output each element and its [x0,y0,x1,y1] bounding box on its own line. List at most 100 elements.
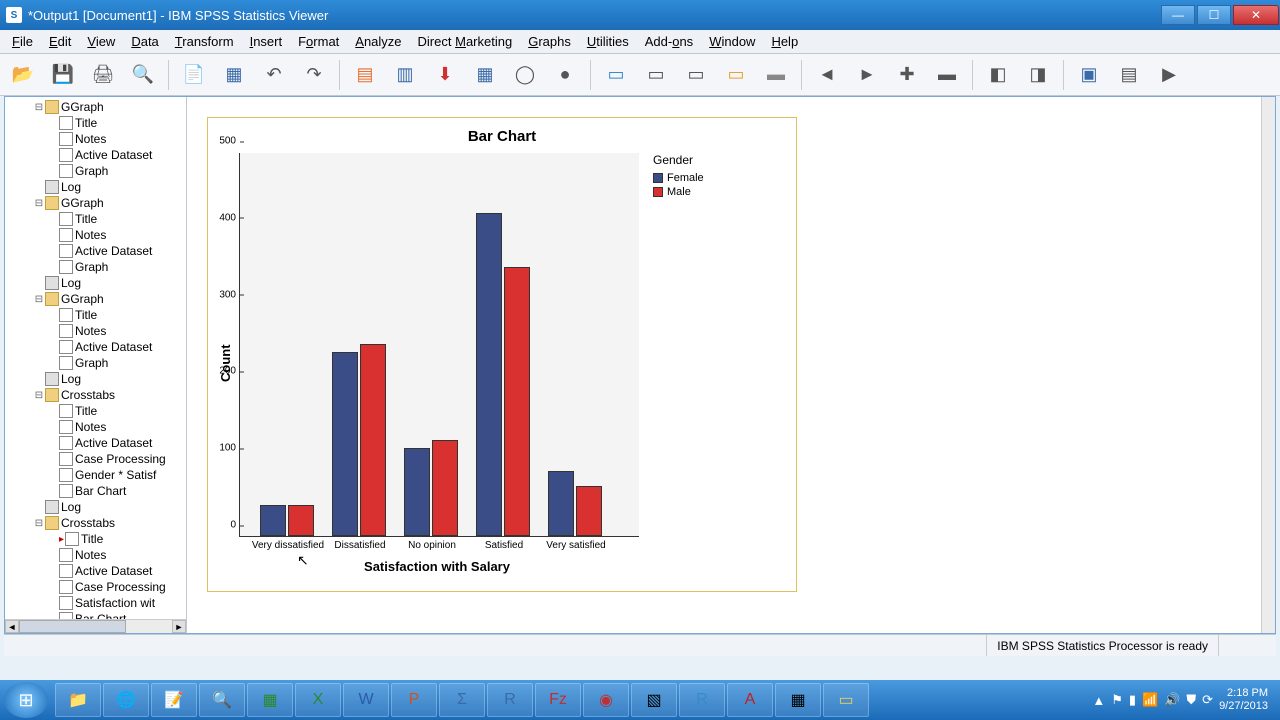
chart-frame[interactable]: Bar Chart Count 0100200300400500Very dis… [207,117,797,592]
outline-item[interactable]: Title [5,403,186,419]
outline-item[interactable]: Title [5,307,186,323]
task-chrome-icon[interactable]: 🌐 [103,683,149,717]
content-vscrollbar[interactable] [1261,97,1275,633]
task-revit-icon[interactable]: R [679,683,725,717]
scroll-thumb[interactable] [19,620,126,633]
outline-item[interactable]: Graph [5,163,186,179]
outline-item[interactable]: Bar Chart [5,483,186,499]
menu-edit[interactable]: Edit [41,32,79,51]
maximize-button[interactable]: ☐ [1197,5,1231,25]
compute-icon[interactable]: ▦ [468,58,502,92]
menu-view[interactable]: View [79,32,123,51]
minimize-button[interactable]: — [1161,5,1195,25]
print-icon[interactable]: 🖨 [86,58,120,92]
outline-item[interactable]: Log [5,499,186,515]
task-spss-icon[interactable]: Σ [439,683,485,717]
expand-icon[interactable]: ✚ [890,58,924,92]
back-icon[interactable]: ◄ [810,58,844,92]
tray-flag-icon[interactable]: ⚑ [1111,692,1123,708]
outline-item[interactable]: Notes [5,419,186,435]
forward-icon[interactable]: ► [850,58,884,92]
outline-item[interactable]: Active Dataset [5,563,186,579]
twisty-icon[interactable]: ⊟ [33,294,45,305]
split-icon[interactable]: ▤ [1112,58,1146,92]
outline-item[interactable]: ⊟Crosstabs [5,515,186,531]
outline-item[interactable]: Case Processing [5,451,186,467]
menu-addons[interactable]: Add-ons [637,32,701,51]
goto-case-icon[interactable]: ▥ [388,58,422,92]
task-sticky-icon[interactable]: ▭ [823,683,869,717]
menu-utilities[interactable]: Utilities [579,32,637,51]
outline-item[interactable]: Active Dataset [5,243,186,259]
task-app3-icon[interactable]: ▦ [775,683,821,717]
outline-item[interactable]: Log [5,179,186,195]
tray-sync-icon[interactable]: ⟳ [1202,692,1213,708]
task-r-icon[interactable]: R [487,683,533,717]
outline-pane[interactable]: ⊟GGraphTitleNotesActive DatasetGraphLog⊟… [5,97,187,633]
task-filezilla-icon[interactable]: Fz [535,683,581,717]
menu-data[interactable]: Data [123,32,166,51]
hide-icon[interactable]: ◨ [1021,58,1055,92]
system-tray[interactable]: ▲ ⚑ ▮ 📶 🔊 ⛊ ⟳ 2:18 PM 9/27/2013 [1092,687,1276,713]
task-excel-icon[interactable]: X [295,683,341,717]
weight-icon[interactable]: ● [548,58,582,92]
outline-item[interactable]: Notes [5,227,186,243]
twisty-icon[interactable]: ⊟ [33,518,45,529]
start-button[interactable]: ⊞ [4,682,48,718]
outline-item[interactable]: Active Dataset [5,339,186,355]
outline-item[interactable]: Title [5,211,186,227]
task-excel2-icon[interactable]: ▦ [247,683,293,717]
menu-graphs[interactable]: Graphs [520,32,579,51]
tray-shield-icon[interactable]: ⛊ [1186,692,1196,708]
outline-item[interactable]: Graph [5,355,186,371]
task-magnify-icon[interactable]: 🔍 [199,683,245,717]
tray-up-icon[interactable]: ▲ [1092,693,1105,708]
goto-data-icon[interactable]: ▤ [348,58,382,92]
outline-item[interactable]: ⊟Crosstabs [5,387,186,403]
insert-heading-icon[interactable]: ▭ [599,58,633,92]
tray-battery-icon[interactable]: ▮ [1129,692,1136,708]
outline-item[interactable]: ⊟GGraph [5,99,186,115]
show-icon[interactable]: ◧ [981,58,1015,92]
twisty-icon[interactable]: ⊟ [33,390,45,401]
collapse-icon[interactable]: ▬ [930,58,964,92]
dialog-recall-icon[interactable]: ▦ [217,58,251,92]
task-explorer-icon[interactable]: 📁 [55,683,101,717]
outline-item[interactable]: Log [5,371,186,387]
print-preview-icon[interactable]: 🔍 [126,58,160,92]
outline-item[interactable]: Active Dataset [5,147,186,163]
task-app1-icon[interactable]: ◉ [583,683,629,717]
menu-window[interactable]: Window [701,32,763,51]
menu-format[interactable]: Format [290,32,347,51]
tray-clock[interactable]: 2:18 PM 9/27/2013 [1219,687,1268,713]
outline-item[interactable]: Title [5,115,186,131]
outline-item[interactable]: Log [5,275,186,291]
open-icon[interactable]: 📂 [6,58,40,92]
task-word-icon[interactable]: W [343,683,389,717]
select-icon[interactable]: ◯ [508,58,542,92]
save-icon[interactable]: 💾 [46,58,80,92]
twisty-icon[interactable]: ⊟ [33,198,45,209]
delete-icon[interactable]: ▬ [759,58,793,92]
outline-item[interactable]: Case Processing [5,579,186,595]
outline-item[interactable]: Gender * Satisf [5,467,186,483]
task-acrobat-icon[interactable]: A [727,683,773,717]
outline-hscrollbar[interactable]: ◄ ► [5,619,186,633]
task-powerpoint-icon[interactable]: P [391,683,437,717]
variables-icon[interactable]: ⬇ [428,58,462,92]
menu-direct-marketing[interactable]: Direct Marketing [410,32,521,51]
task-notepad-icon[interactable]: 📝 [151,683,197,717]
menu-insert[interactable]: Insert [242,32,291,51]
outline-item[interactable]: ⊟GGraph [5,195,186,211]
tray-network-icon[interactable]: 📶 [1142,692,1158,708]
task-app2-icon[interactable]: ▧ [631,683,677,717]
menu-transform[interactable]: Transform [167,32,242,51]
export-icon[interactable]: 📄 [177,58,211,92]
menu-help[interactable]: Help [763,32,806,51]
redo-icon[interactable]: ↷ [297,58,331,92]
tray-volume-icon[interactable]: 🔊 [1164,692,1180,708]
outline-item[interactable]: Notes [5,323,186,339]
outline-item[interactable]: Active Dataset [5,435,186,451]
insert-page-icon[interactable]: ▭ [719,58,753,92]
insert-title-icon[interactable]: ▭ [639,58,673,92]
